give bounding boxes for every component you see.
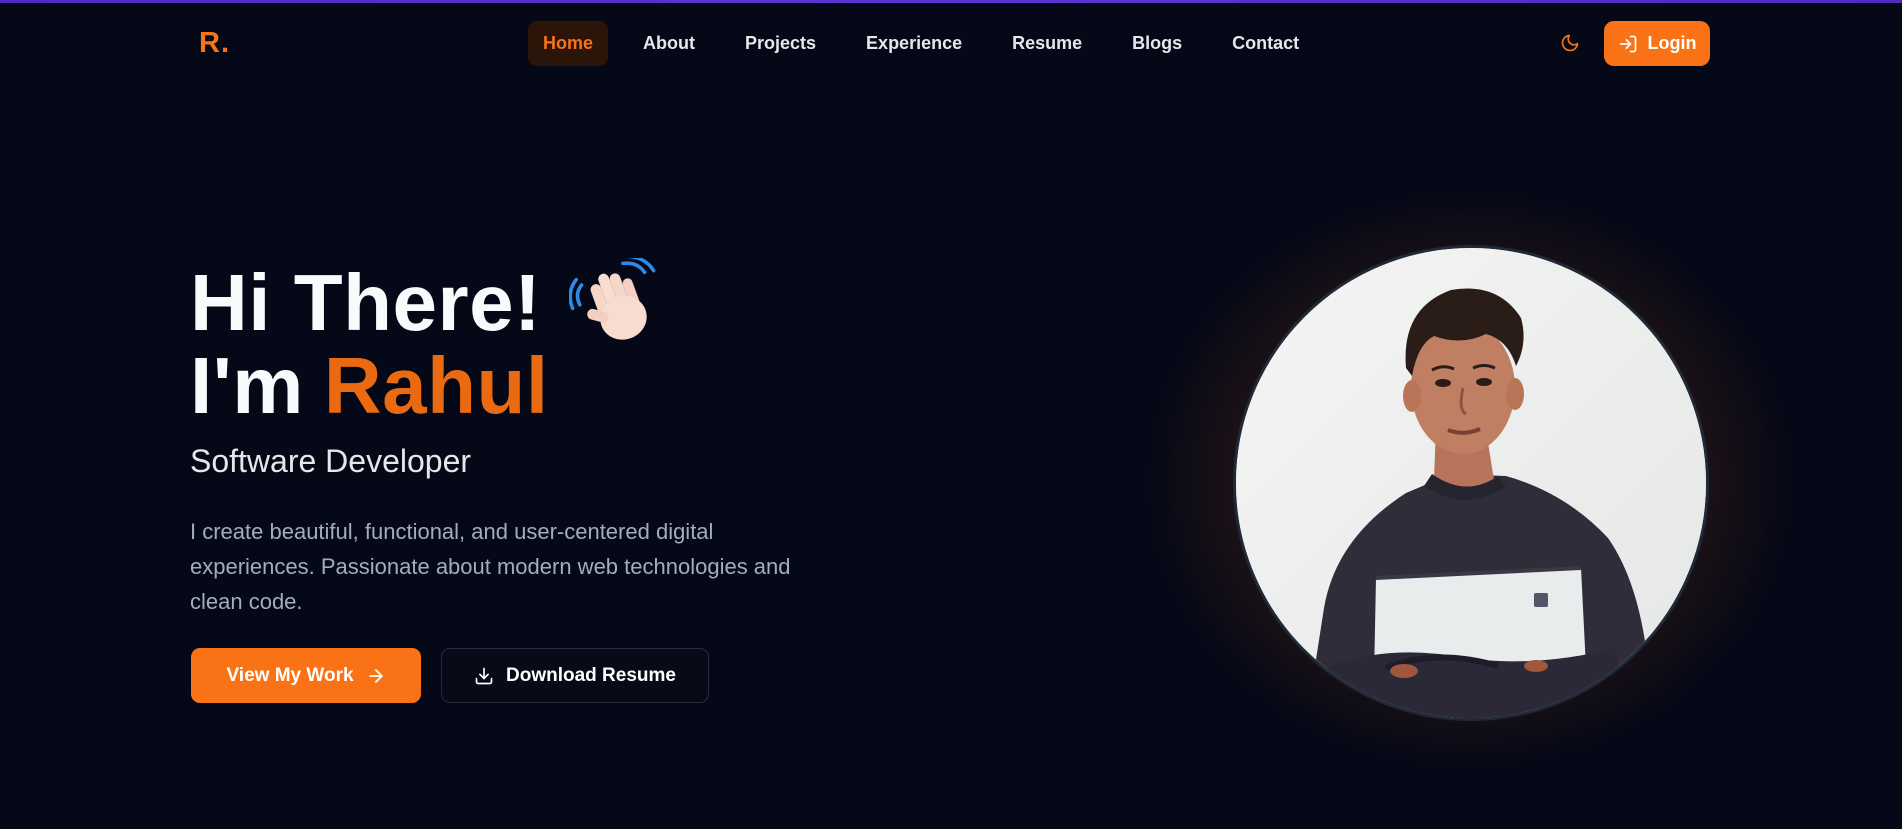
navbar: R. Home About Projects Experience Resume… (0, 3, 1902, 83)
nav-item-resume[interactable]: Resume (997, 21, 1097, 66)
greeting-text: Hi There! (190, 258, 542, 347)
login-label: Login (1647, 33, 1697, 53)
nav-item-experience[interactable]: Experience (851, 21, 977, 66)
waving-hand-icon (569, 258, 656, 340)
download-resume-label: Download Resume (506, 664, 676, 686)
hero-description: I create beautiful, functional, and user… (190, 519, 791, 614)
view-my-work-label: View My Work (226, 664, 354, 686)
nav-item-about[interactable]: About (628, 21, 710, 66)
login-icon (1619, 35, 1636, 52)
logo[interactable]: R. (199, 27, 230, 60)
intro-text: I'm (190, 341, 304, 430)
nav-item-blogs[interactable]: Blogs (1117, 21, 1197, 66)
moon-icon (1561, 34, 1579, 52)
nav-links: Home About Projects Experience Resume Bl… (528, 21, 1334, 66)
profile-photo (1233, 245, 1709, 721)
hero-name: Rahul (323, 341, 549, 430)
profile-photo-illustration (1236, 248, 1706, 718)
theme-toggle-button[interactable] (1558, 31, 1582, 55)
login-button[interactable]: Login (1604, 21, 1710, 66)
arrow-right-icon (368, 668, 383, 683)
hero-title: Hi There! I'm Rahul (190, 258, 659, 430)
nav-item-projects[interactable]: Projects (730, 21, 831, 66)
nav-item-home[interactable]: Home (528, 21, 609, 66)
nav-item-contact[interactable]: Contact (1217, 21, 1314, 66)
view-my-work-button[interactable]: View My Work (191, 648, 421, 703)
role-subtitle: Software Developer (190, 443, 472, 479)
download-icon (475, 667, 493, 684)
download-resume-button[interactable]: Download Resume (441, 648, 709, 703)
